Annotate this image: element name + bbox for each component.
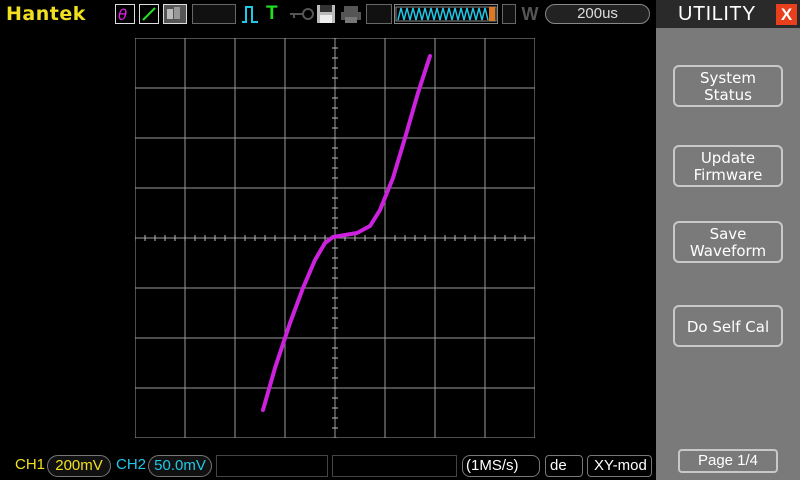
timebase-readout: 200us (545, 4, 650, 24)
button-label-line2: Firmware (693, 166, 763, 184)
status-slot (192, 4, 236, 24)
waveform-stack-icon[interactable] (163, 4, 187, 24)
update-firmware-button[interactable]: Update Firmware (673, 145, 783, 187)
save-disk-icon[interactable] (316, 4, 336, 24)
button-label-line1: Update (700, 149, 756, 167)
status-empty-box (216, 455, 328, 477)
display-mode: XY-mod (587, 455, 652, 477)
key-icon (288, 4, 314, 24)
button-label-line1: Save (709, 225, 747, 243)
page-indicator-button[interactable]: Page 1/4 (678, 449, 778, 473)
ch2-label: CH2 (116, 456, 147, 473)
utility-menu-panel: UTILITY X System Status Update Firmware … (656, 0, 800, 480)
slope-icon[interactable] (139, 4, 159, 24)
panel-header: UTILITY X (656, 0, 800, 28)
trigger-mode-label: T (266, 3, 278, 24)
trigger-edge-icon[interactable] (240, 4, 260, 24)
xy-display (135, 38, 535, 438)
button-label-line2: Status (704, 86, 752, 104)
do-self-cal-button[interactable]: Do Self Cal (673, 305, 783, 347)
status-slot-3 (502, 4, 516, 24)
acquire-mode: de (545, 455, 583, 477)
top-toolbar: Hantek θ T W 200us (0, 0, 655, 28)
status-empty-box-2 (332, 455, 457, 477)
status-slot-2 (366, 4, 392, 24)
bottom-status-bar: CH1 200mV CH2 50.0mV (1MS/s) de XY-mod (0, 452, 655, 480)
ch1-label: CH1 (15, 456, 46, 473)
system-status-button[interactable]: System Status (673, 65, 783, 107)
math-icon[interactable]: θ (115, 4, 135, 24)
svg-text:θ: θ (118, 6, 127, 23)
memory-waveform-icon (394, 4, 498, 24)
brand-logo: Hantek (6, 3, 86, 25)
button-label-line2: Waveform (689, 242, 767, 260)
ch2-scale[interactable]: 50.0mV (148, 455, 212, 477)
sample-rate: (1MS/s) (462, 455, 540, 477)
save-waveform-button[interactable]: Save Waveform (673, 221, 783, 263)
xy-trace (261, 54, 432, 412)
close-button[interactable]: X (776, 4, 797, 25)
print-icon[interactable] (340, 4, 362, 24)
ch1-scale[interactable]: 200mV (47, 455, 111, 477)
panel-title: UTILITY (678, 3, 756, 25)
button-label-line1: System (700, 69, 756, 87)
waveform-mode-letter: W (521, 4, 539, 24)
button-label-line1: Do Self Cal (686, 318, 770, 336)
